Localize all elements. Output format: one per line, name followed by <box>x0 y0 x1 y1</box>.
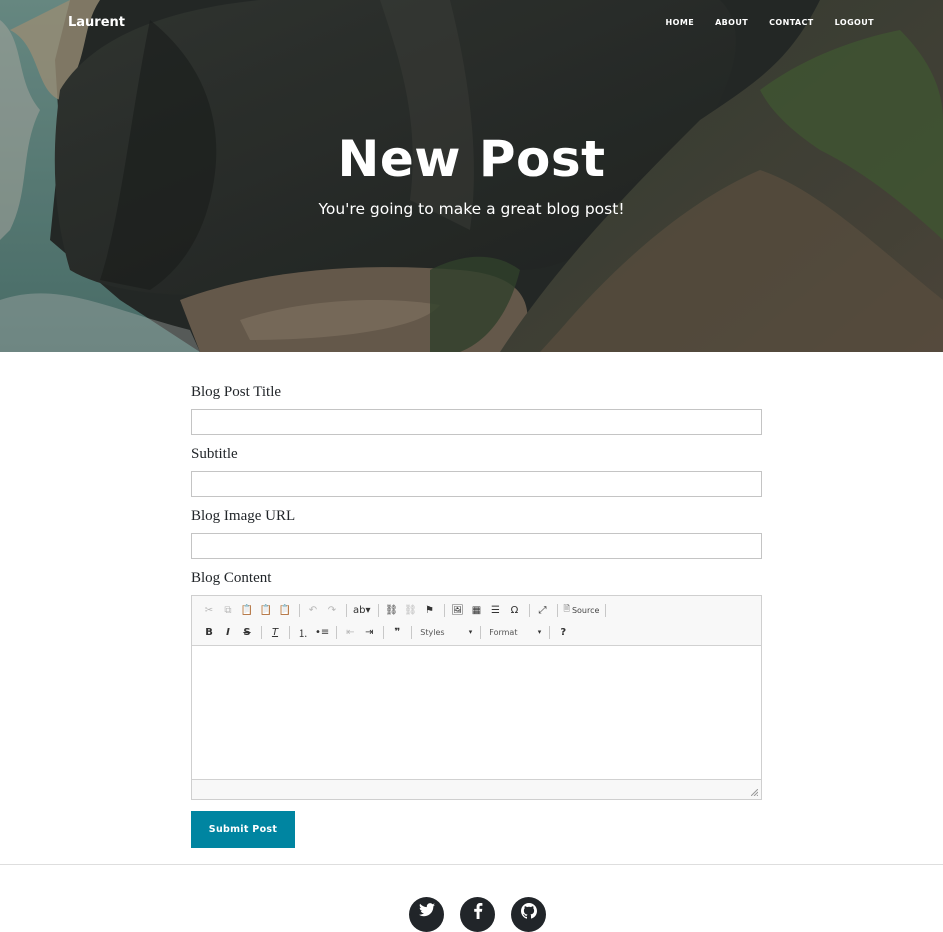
page-title: New Post <box>337 130 606 188</box>
horizontal-rule-icon[interactable]: ☰ <box>487 602 505 618</box>
toolbar-row-2: B I S T ⒈ •≡ ⇤ ⇥ ❞ Styles ▾ Format ▾ ? <box>200 624 573 640</box>
unlink-icon[interactable]: ⛓ <box>402 602 420 618</box>
strike-icon[interactable]: S <box>238 624 256 640</box>
hero-header: Laurent HOME ABOUT CONTACT LOGOUT New Po… <box>0 0 943 352</box>
toolbar-separator <box>480 625 482 639</box>
resize-handle-icon[interactable] <box>751 789 758 796</box>
cut-icon[interactable]: ✂ <box>200 602 218 618</box>
toolbar-separator <box>261 625 262 639</box>
paste-icon[interactable]: 📋 <box>238 602 256 618</box>
paste-word-icon[interactable]: 📋 <box>276 602 294 618</box>
bold-icon[interactable]: B <box>200 624 218 640</box>
title-label: Blog Post Title <box>191 384 282 400</box>
toolbar-separator <box>605 603 607 617</box>
italic-icon[interactable]: I <box>219 624 237 640</box>
styles-label: Styles <box>420 627 445 637</box>
source-button[interactable]: 🗎 Source <box>562 603 602 617</box>
editor-content-area[interactable] <box>192 646 761 780</box>
title-input[interactable] <box>191 409 762 435</box>
styles-dropdown[interactable]: Styles ▾ <box>416 624 476 640</box>
toolbar-separator <box>443 603 445 617</box>
toolbar-separator <box>377 603 379 617</box>
toolbar-separator <box>411 625 413 639</box>
toolbar-separator <box>289 625 290 639</box>
remove-format-icon[interactable]: T <box>266 624 284 640</box>
paste-text-icon[interactable]: 📋 <box>257 602 275 618</box>
format-dropdown[interactable]: Format ▾ <box>485 624 545 640</box>
image-icon[interactable]: 🖼 <box>449 602 467 618</box>
main-nav: HOME ABOUT CONTACT LOGOUT <box>666 18 874 27</box>
toolbar-separator <box>383 625 385 639</box>
content-editor: ✂ ⧉ 📋 📋 📋 ↶ ↷ ab▾ ⛓ ⛓ ⚑ 🖼 ▦ ☰ Ω ⤢ 🗎 Sour… <box>191 595 762 800</box>
maximize-icon[interactable]: ⤢ <box>534 602 552 618</box>
content-label: Blog Content <box>191 570 272 586</box>
format-label: Format <box>489 627 518 637</box>
toolbar-separator <box>556 603 558 617</box>
image-url-label: Blog Image URL <box>191 508 296 524</box>
spellcheck-icon[interactable]: ab▾ <box>351 602 373 618</box>
source-icon: 🗎 <box>563 604 570 613</box>
numbered-list-icon[interactable]: ⒈ <box>294 624 312 640</box>
redo-icon[interactable]: ↷ <box>323 602 341 618</box>
editor-status-bar <box>192 779 761 799</box>
chevron-down-icon: ▾ <box>537 628 542 636</box>
toolbar-row-1: ✂ ⧉ 📋 📋 📋 ↶ ↷ ab▾ ⛓ ⛓ ⚑ 🖼 ▦ ☰ Ω ⤢ 🗎 Sour… <box>200 602 610 618</box>
editor-toolbar: ✂ ⧉ 📋 📋 📋 ↶ ↷ ab▾ ⛓ ⛓ ⚑ 🖼 ▦ ☰ Ω ⤢ 🗎 Sour… <box>192 596 761 646</box>
link-icon[interactable]: ⛓ <box>383 602 401 618</box>
nav-contact-link[interactable]: CONTACT <box>769 18 814 27</box>
submit-post-button[interactable]: Submit Post <box>191 811 295 848</box>
toolbar-separator <box>299 603 300 617</box>
toolbar-separator <box>549 625 551 639</box>
help-icon[interactable]: ? <box>554 624 572 640</box>
footer-divider <box>0 864 943 865</box>
chevron-down-icon: ▾ <box>468 628 473 636</box>
brand-logo-link[interactable]: Laurent <box>68 15 125 30</box>
copy-icon[interactable]: ⧉ <box>219 602 237 618</box>
special-char-icon[interactable]: Ω <box>506 602 524 618</box>
bulleted-list-icon[interactable]: •≡ <box>313 624 331 640</box>
nav-about-link[interactable]: ABOUT <box>715 18 748 27</box>
nav-home-link[interactable]: HOME <box>666 18 695 27</box>
page-subtitle: You're going to make a great blog post! <box>318 200 625 218</box>
toolbar-separator <box>346 603 347 617</box>
nav-logout-link[interactable]: LOGOUT <box>835 18 874 27</box>
table-icon[interactable]: ▦ <box>468 602 486 618</box>
blockquote-icon[interactable]: ❞ <box>388 624 406 640</box>
source-label: Source <box>571 605 600 615</box>
undo-icon[interactable]: ↶ <box>304 602 322 618</box>
toolbar-separator <box>528 603 530 617</box>
indent-icon[interactable]: ⇥ <box>360 624 378 640</box>
subtitle-input[interactable] <box>191 471 762 497</box>
github-icon <box>520 903 537 919</box>
subtitle-label: Subtitle <box>191 446 238 462</box>
image-url-input[interactable] <box>191 533 762 559</box>
facebook-icon <box>473 903 482 919</box>
toolbar-separator <box>336 625 338 639</box>
anchor-icon[interactable]: ⚑ <box>421 602 439 618</box>
outdent-icon[interactable]: ⇤ <box>341 624 359 640</box>
